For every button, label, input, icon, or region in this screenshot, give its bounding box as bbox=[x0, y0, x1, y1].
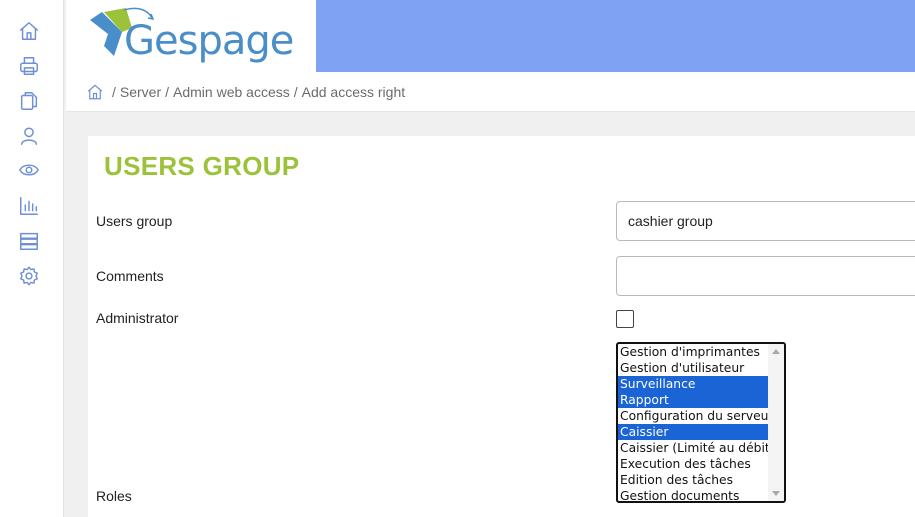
breadcrumb-current: Add access right bbox=[301, 83, 406, 100]
role-option[interactable]: Caissier (Limité au débit) bbox=[618, 440, 775, 456]
comments-label: Comments bbox=[96, 268, 164, 284]
header-bar bbox=[316, 0, 915, 72]
settings-icon[interactable] bbox=[16, 263, 42, 289]
role-option[interactable]: Gestion d'imprimantes bbox=[618, 344, 768, 360]
breadcrumb-separator: / bbox=[165, 83, 170, 100]
eye-icon[interactable] bbox=[16, 157, 42, 183]
role-option[interactable]: Gestion d'utilisateur bbox=[618, 360, 768, 376]
printer-icon[interactable] bbox=[16, 53, 42, 79]
user-icon[interactable] bbox=[16, 123, 42, 149]
server-icon[interactable] bbox=[16, 228, 42, 254]
role-option[interactable]: Edition des tâches bbox=[618, 472, 768, 488]
role-option[interactable]: Gestion documents bbox=[618, 488, 768, 501]
users-group-form: USERS GROUP Users group cashier group Co… bbox=[88, 136, 915, 517]
users-group-input[interactable]: cashier group bbox=[616, 201, 915, 241]
roles-label: Roles bbox=[96, 488, 132, 504]
documents-icon[interactable] bbox=[16, 88, 42, 114]
scroll-down-arrow-icon[interactable] bbox=[772, 491, 780, 496]
breadcrumb-separator: / bbox=[293, 83, 298, 100]
breadcrumb-home-icon[interactable] bbox=[86, 83, 104, 101]
home-icon[interactable] bbox=[16, 18, 42, 44]
scroll-up-arrow-icon[interactable] bbox=[772, 349, 780, 354]
roles-listbox[interactable]: Gestion d'imprimantes Gestion d'utilisat… bbox=[616, 342, 786, 503]
breadcrumb: / Server / Admin web access / Add access… bbox=[66, 72, 915, 112]
sidebar bbox=[0, 0, 64, 517]
administrator-label: Administrator bbox=[96, 310, 179, 326]
administrator-checkbox[interactable] bbox=[616, 310, 634, 328]
chart-icon[interactable] bbox=[16, 193, 42, 219]
logo-text: Gespage bbox=[124, 18, 294, 64]
breadcrumb-server[interactable]: Server bbox=[120, 84, 161, 100]
role-option[interactable]: Execution des tâches bbox=[618, 456, 768, 472]
listbox-scrollbar[interactable] bbox=[768, 344, 784, 501]
role-option[interactable]: Surveillance bbox=[618, 376, 768, 392]
users-group-label: Users group bbox=[96, 213, 173, 229]
brand-logo[interactable]: Gespage bbox=[66, 0, 316, 72]
breadcrumb-separator: / bbox=[112, 83, 116, 100]
role-option[interactable]: Caissier bbox=[618, 424, 768, 440]
comments-input[interactable] bbox=[616, 256, 915, 296]
role-option[interactable]: Configuration du serveur bbox=[618, 408, 774, 424]
breadcrumb-admin-web-access[interactable]: Admin web access bbox=[173, 84, 290, 100]
role-option[interactable]: Rapport bbox=[618, 392, 768, 408]
section-title: USERS GROUP bbox=[104, 151, 300, 181]
